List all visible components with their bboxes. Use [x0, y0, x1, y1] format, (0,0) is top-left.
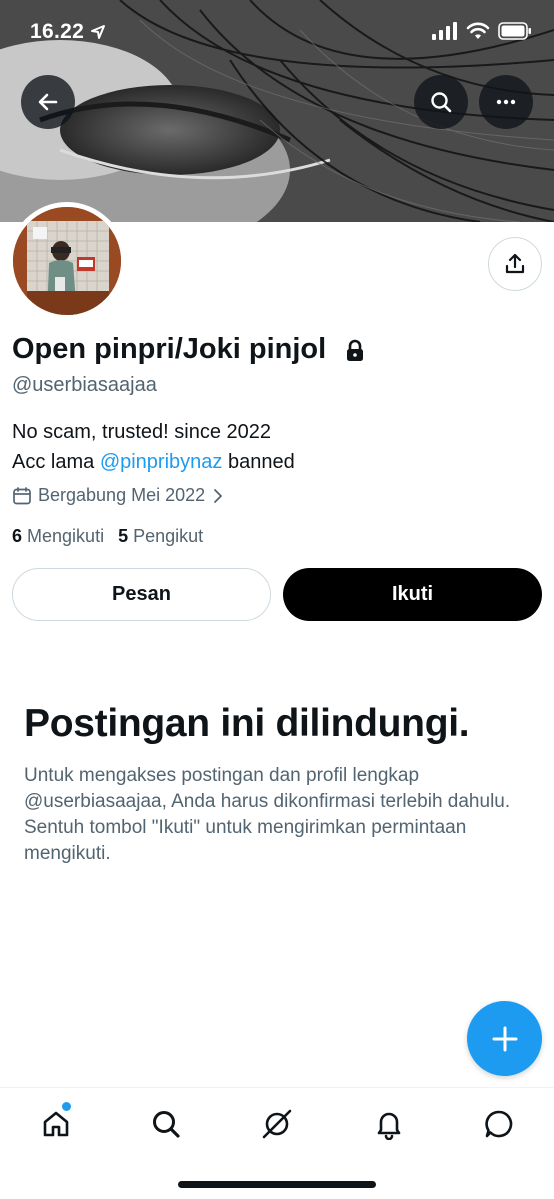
nav-home[interactable] [36, 1104, 76, 1144]
avatar[interactable] [8, 202, 126, 320]
following-count: 6 [12, 526, 23, 546]
follow-button[interactable]: Ikuti [283, 568, 542, 621]
signal-icon [432, 22, 457, 40]
followers-count: 5 [118, 526, 129, 546]
bio-mention-link[interactable]: @pinpribynaz [100, 451, 223, 473]
home-indicator [178, 1181, 376, 1188]
protected-title: Postingan ini dilindungi. [24, 702, 470, 745]
wifi-icon [466, 22, 490, 39]
following-link[interactable]: 6 Mengikuti [12, 526, 104, 547]
grok-icon [262, 1109, 292, 1139]
back-button[interactable] [21, 75, 75, 129]
search-button[interactable] [414, 75, 468, 129]
handle: @userbiasaajaa [12, 374, 157, 396]
search-icon [153, 1111, 180, 1138]
following-label: Mengikuti [27, 526, 105, 546]
plus-icon [492, 1026, 517, 1051]
lock-icon [347, 339, 363, 361]
bio-line-1: No scam, trusted! since 2022 [12, 421, 272, 443]
chevron-right-icon [214, 488, 223, 503]
status-time: 16.22 [30, 20, 85, 43]
more-horizontal-icon [496, 99, 516, 105]
followers-link[interactable]: 5 Pengikut [118, 526, 203, 547]
calendar-icon [13, 486, 31, 504]
arrow-left-icon [38, 93, 58, 111]
location-arrow-icon [91, 25, 105, 39]
bio-line-2: Acc lama @pinpribynaz banned [12, 451, 295, 474]
joined-label: Bergabung Mei 2022 [38, 485, 206, 505]
nav-messages[interactable] [479, 1104, 519, 1144]
nav-grok[interactable] [257, 1104, 297, 1144]
message-button[interactable]: Pesan [12, 568, 271, 621]
follow-stats: 6 Mengikuti 5 Pengikut [12, 526, 203, 547]
battery-icon [498, 22, 531, 40]
home-notification-dot [62, 1102, 71, 1111]
followers-label: Pengikut [133, 526, 204, 546]
display-name: Open pinpri/Joki pinjol [12, 333, 327, 365]
protected-body: Untuk mengakses postingan dan profil len… [24, 765, 511, 864]
joined-date[interactable]: Bergabung Mei 2022 [12, 485, 225, 506]
nav-search[interactable] [146, 1104, 186, 1144]
notifications-icon [377, 1112, 401, 1140]
avatar-image [13, 207, 121, 315]
more-button[interactable] [479, 75, 533, 129]
share-icon [505, 253, 525, 274]
bio-text-prefix: Acc lama [12, 451, 100, 473]
nav-notifications[interactable] [369, 1104, 409, 1144]
status-icons [432, 22, 532, 40]
messages-icon [485, 1110, 513, 1138]
home-icon [43, 1111, 69, 1137]
status-bar: 16.22 [0, 0, 554, 64]
bio-text-suffix: banned [222, 451, 295, 473]
search-icon [431, 92, 452, 113]
compose-fab-button[interactable] [467, 1001, 542, 1076]
share-button[interactable] [488, 237, 542, 291]
